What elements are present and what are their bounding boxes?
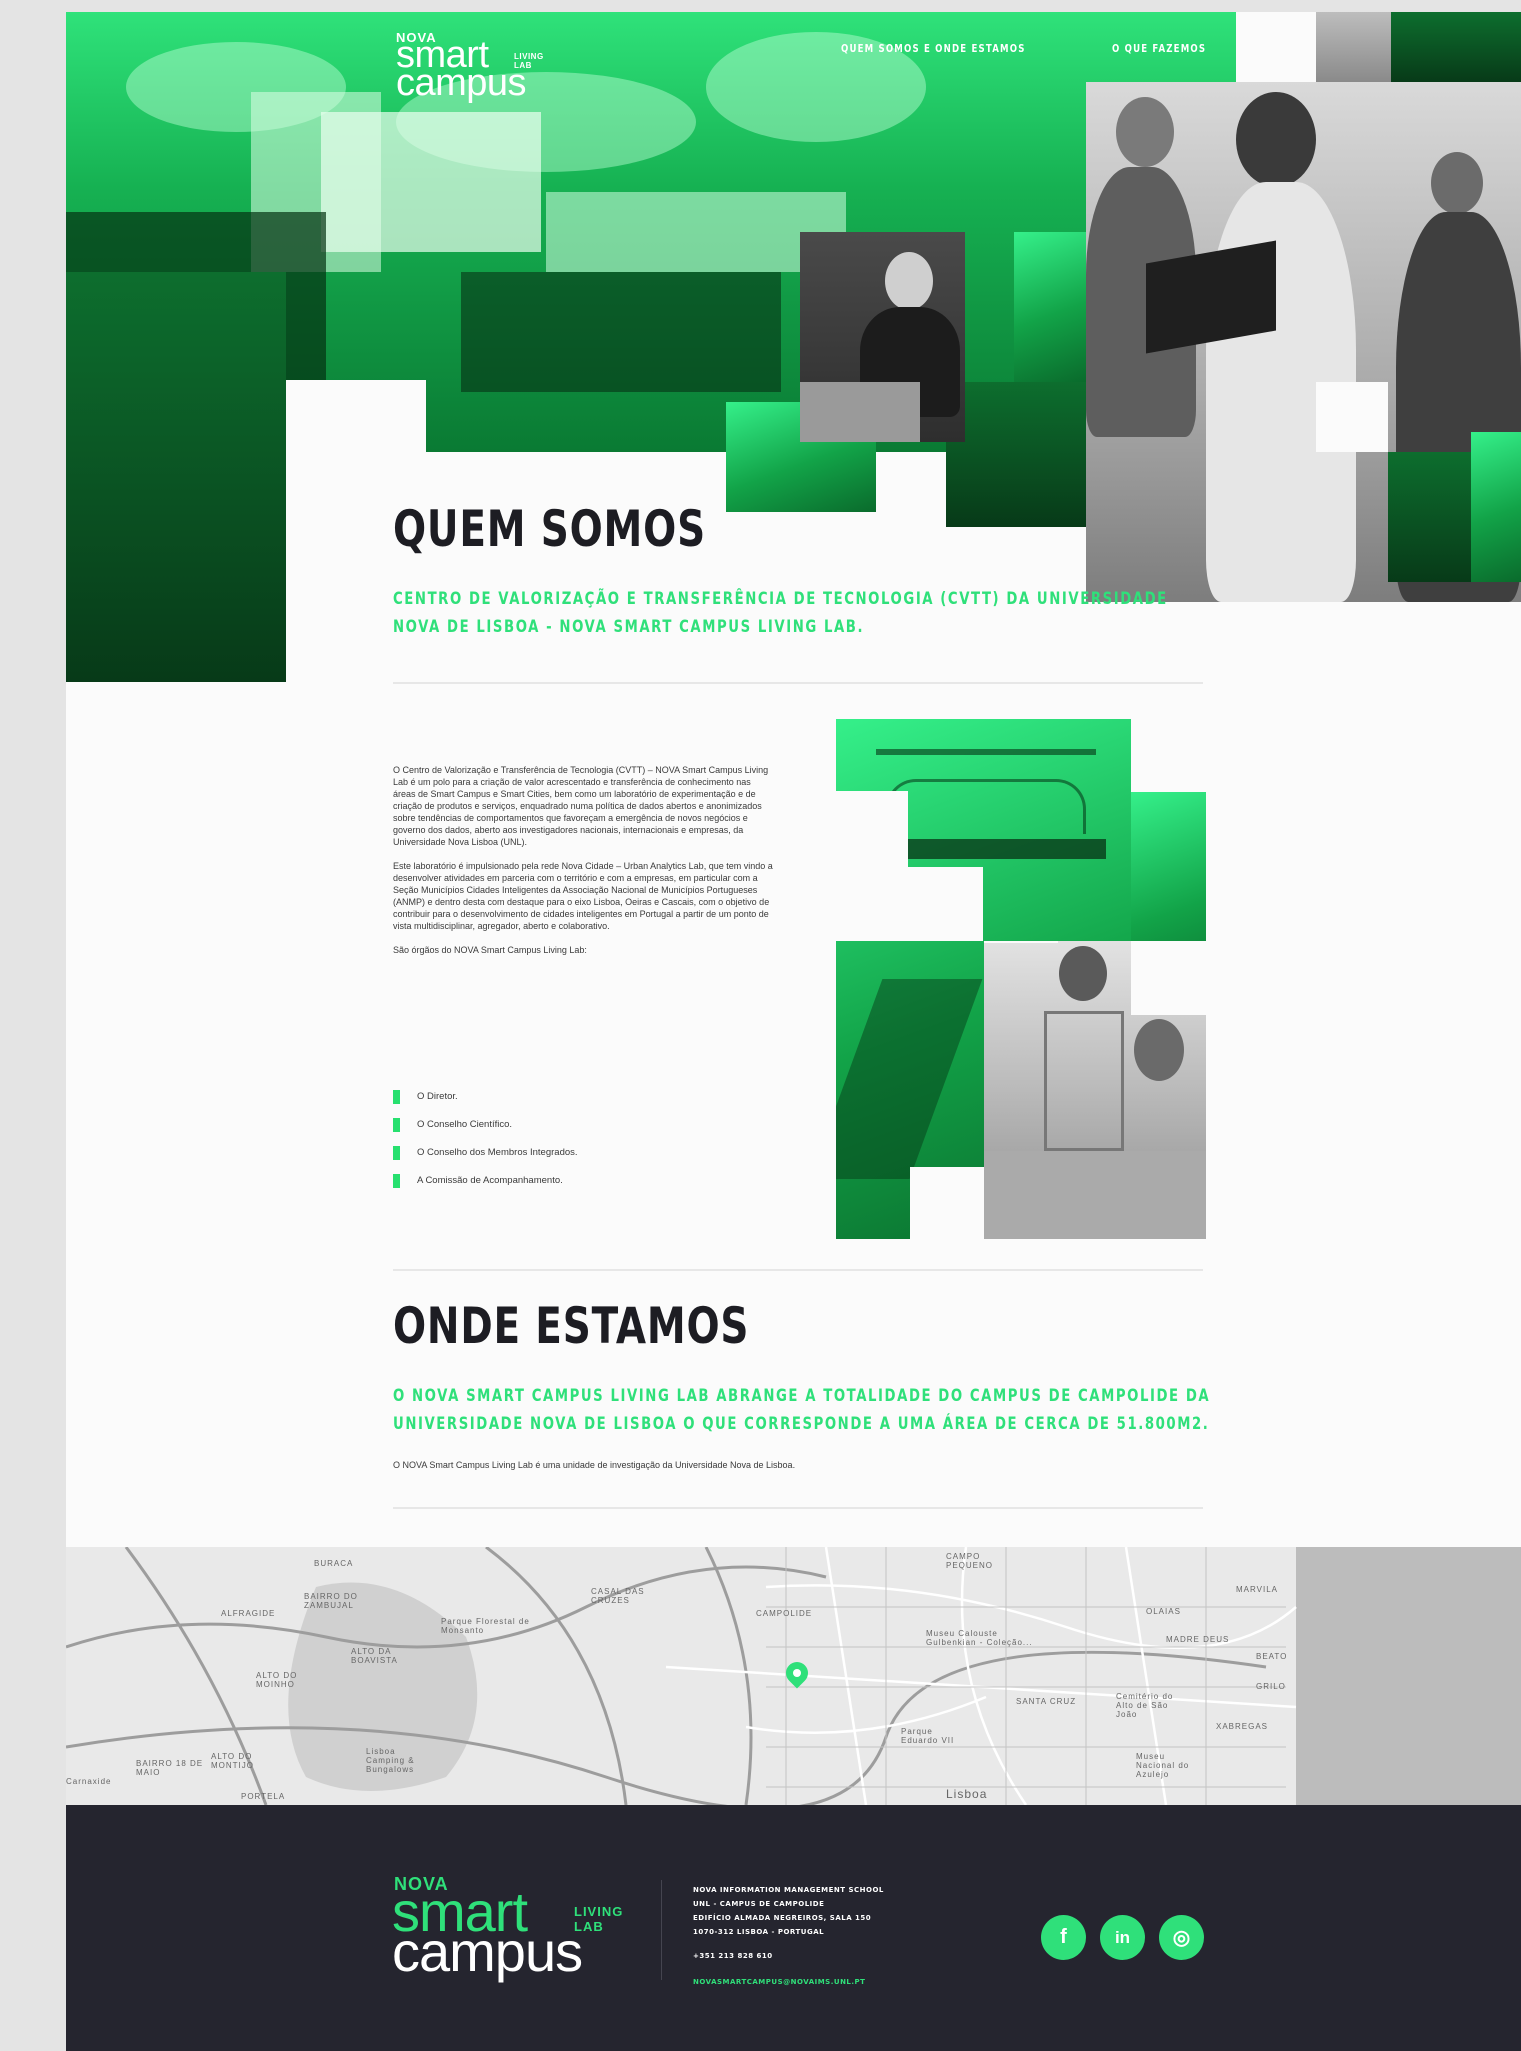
- address-line: NOVA INFORMATION MANAGEMENT SCHOOL: [693, 1886, 884, 1894]
- hero-collage: NOVA smart campus LIVING LAB QUEM SOMOS E…: [66, 12, 1521, 682]
- organs-list: O Diretor. O Conselho Científico. O Cons…: [393, 1089, 578, 1201]
- quem-somos-body: O Centro de Valorização e Transferência …: [393, 764, 773, 968]
- bullet-marker: [393, 1174, 400, 1188]
- map-label-casal-cruzes: CASAL DAS CRUZES: [591, 1587, 645, 1605]
- map-label-parque-monsanto: Parque Florestal de Monsanto: [441, 1617, 530, 1635]
- bullet-marker: [393, 1090, 400, 1104]
- divider: [393, 682, 1203, 684]
- map-label-santa-cruz: SANTA CRUZ: [1016, 1697, 1077, 1706]
- map-label-alto-moinho: ALTO DO MOINHO: [256, 1671, 298, 1689]
- footer-divider: [661, 1880, 662, 1980]
- bullet-marker: [393, 1118, 400, 1132]
- map-label-buraca: Buraca: [314, 1559, 354, 1568]
- map-label-alto-boavista: ALTO DA BOAVISTA: [351, 1647, 398, 1665]
- map-label-carnaxide: Carnaxide: [66, 1777, 112, 1786]
- list-item: O Conselho Científico.: [393, 1117, 578, 1145]
- organs-intro: São órgãos do NOVA Smart Campus Living L…: [393, 945, 587, 955]
- footer-logo[interactable]: NOVA smart campus LIVING LAB: [392, 1874, 634, 1984]
- map-label-parque-eduardo: Parque Eduardo VII: [901, 1727, 955, 1745]
- bullet-marker: [393, 1146, 400, 1160]
- map-label-bairro-maio: BAIRRO 18 DE MAIO: [136, 1759, 204, 1777]
- instagram-icon[interactable]: ◎: [1159, 1915, 1204, 1960]
- hero-man-laptop-image: [800, 232, 965, 442]
- map-label-olaias: OLAIAS: [1146, 1607, 1181, 1616]
- logo-campus-text: campus: [396, 62, 527, 104]
- footer-logo-living-lab: LIVING LAB: [574, 1904, 624, 1934]
- social-links: f in ◎: [1041, 1915, 1204, 1960]
- map-pin-dot: [793, 1669, 801, 1677]
- address-line: 1070-312 LISBOA - PORTUGAL: [693, 1928, 825, 1936]
- map-label-alfragide: Alfragide: [221, 1609, 276, 1618]
- list-item: A Comissão de Acompanhamento.: [393, 1173, 578, 1201]
- map-label-campolide: CAMPOLIDE: [756, 1609, 813, 1618]
- list-item: O Diretor.: [393, 1089, 578, 1117]
- nav-quem-somos[interactable]: QUEM SOMOS E ONDE ESTAMOS: [841, 42, 1026, 55]
- map-label-camping: Lisboa Camping & Bungalows: [366, 1747, 415, 1774]
- onde-estamos-lead: O NOVA SMART CAMPUS LIVING LAB ABRANGE A…: [393, 1386, 1211, 1434]
- map-label-grilo: GRILO: [1256, 1682, 1286, 1691]
- onde-estamos-note: O NOVA Smart Campus Living Lab é uma uni…: [393, 1460, 796, 1470]
- quem-somos-title: QUEM SOMOS: [393, 500, 706, 558]
- divider: [393, 1269, 1203, 1271]
- map-label-alto-montijo: ALTO DO MONTIJO: [211, 1752, 254, 1770]
- lab-collage: [836, 719, 1206, 1239]
- footer-logo-campus: campus: [392, 1920, 583, 1983]
- footer-email-link[interactable]: NOVASMARTCAMPUS@NOVAIMS.UNL.PT: [693, 1975, 893, 1989]
- logo-living-lab: LIVING LAB: [514, 52, 544, 70]
- quem-somos-lead: CENTRO DE VALORIZAÇÃO E TRANSFERÊNCIA DE…: [393, 589, 1168, 637]
- header-logo[interactable]: NOVA smart campus LIVING LAB: [396, 30, 556, 104]
- page: NOVA smart campus LIVING LAB QUEM SOMOS E…: [66, 12, 1521, 2051]
- onde-estamos-title: ONDE ESTAMOS: [393, 1297, 750, 1355]
- quem-somos-paragraph-1: O Centro de Valorização e Transferência …: [393, 765, 769, 847]
- location-map[interactable]: Buraca BAIRRO DO ZAMBUJAL Alfragide ALTO…: [66, 1547, 1521, 1805]
- linkedin-icon[interactable]: in: [1100, 1915, 1145, 1960]
- map-label-campo-pequeno: CAMPO PEQUENO: [946, 1552, 994, 1570]
- map-label-beato: BEATO: [1256, 1652, 1288, 1661]
- hero-foliage-image: [66, 272, 286, 682]
- map-label-xabregas: XABREGAS: [1216, 1722, 1269, 1731]
- divider: [393, 1507, 1203, 1509]
- nav-o-que-fazemos[interactable]: O QUE FAZEMOS: [1112, 42, 1206, 55]
- top-nav: QUEM SOMOS E ONDE ESTAMOS O QUE FAZEMOS: [841, 42, 1232, 55]
- map-label-portela: PORTELA: [241, 1792, 286, 1801]
- map-label-azulejo: Museu Nacional do Azulejo: [1136, 1752, 1190, 1779]
- map-label-madre-deus: MADRE DEUS: [1166, 1635, 1230, 1644]
- facebook-icon[interactable]: f: [1041, 1915, 1086, 1960]
- map-label-gulbenkian: Museu Calouste Gulbenkian - Coleção...: [926, 1629, 1033, 1647]
- map-label-lisboa: Lisboa: [946, 1787, 988, 1801]
- map-label-bairro-zambujal: BAIRRO DO ZAMBUJAL: [304, 1592, 358, 1610]
- map-label-cemiterio: Cemitério do Alto de São João: [1116, 1692, 1174, 1719]
- quem-somos-paragraph-2: Este laboratório é impulsionado pela red…: [393, 861, 773, 931]
- map-label-marvila: MARVILA: [1236, 1585, 1278, 1594]
- list-item: O Conselho dos Membros Integrados.: [393, 1145, 578, 1173]
- address-line: UNL - CAMPUS DE CAMPOLIDE: [693, 1900, 825, 1908]
- footer-phone[interactable]: +351 213 828 610: [693, 1949, 893, 1963]
- footer: NOVA smart campus LIVING LAB NOVA INFORMA…: [66, 1805, 1521, 2051]
- address-line: EDIFÍCIO ALMADA NEGREIROS, SALA 150: [693, 1914, 872, 1922]
- footer-address: NOVA INFORMATION MANAGEMENT SCHOOL UNL -…: [693, 1883, 893, 1989]
